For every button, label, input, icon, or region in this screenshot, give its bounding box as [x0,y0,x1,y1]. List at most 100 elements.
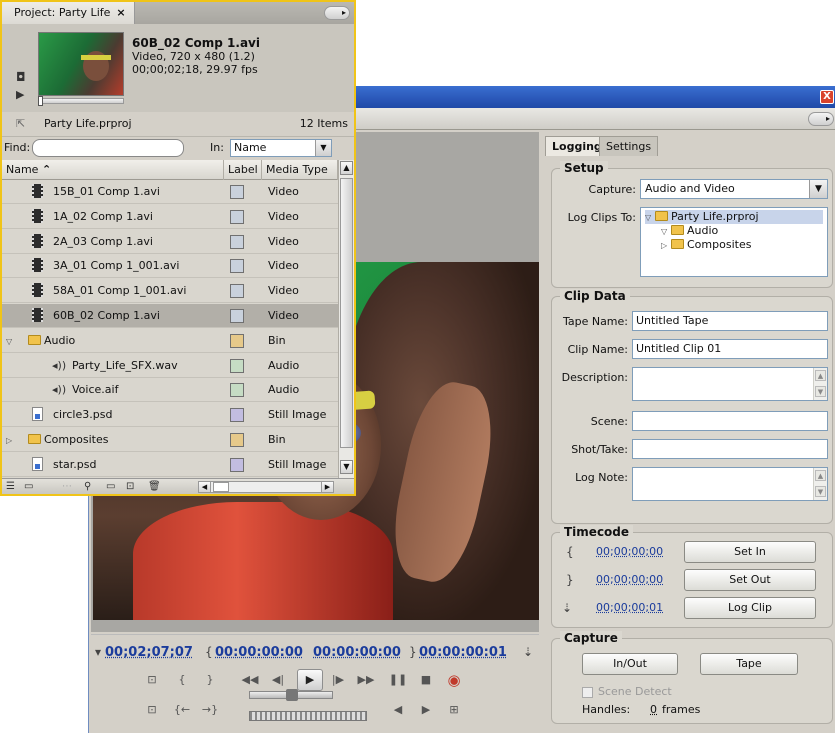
label-color-swatch[interactable] [230,209,244,224]
panel-menu-icon[interactable]: ▸ [808,112,834,126]
duration-timecode-field[interactable]: 00;00;00;01 [596,601,663,614]
list-item[interactable]: 60B_02 Comp 1.avi Video [2,304,338,328]
in-point-timecode[interactable]: 00:00:00:00 [215,645,303,660]
find-icon[interactable]: ⚲ [84,480,91,494]
close-icon[interactable]: × [116,6,125,19]
list-item[interactable]: ▷ Composites Bin [2,428,338,452]
list-item[interactable]: 58A_01 Comp 1_001.avi Video [2,279,338,304]
go-to-in-icon[interactable]: {← [171,701,193,719]
list-item[interactable]: star.psd Still Image [2,453,338,477]
label-color-swatch[interactable] [230,383,244,398]
duration-timecode[interactable]: 00:00:00:01 [419,645,507,660]
out-timecode[interactable]: 00;00;00;00 [596,573,663,586]
preview-scrubber[interactable] [38,96,124,106]
new-bin-icon[interactable]: ▭ [106,480,115,494]
pause-icon[interactable]: ❚❚ [387,671,409,689]
trash-icon[interactable]: 🗑 [148,480,161,494]
horizontal-scrollbar[interactable]: ◀ ▶ [198,481,334,493]
set-in-icon[interactable]: { [171,671,193,689]
scroll-down-icon[interactable]: ▼ [815,486,826,497]
expanded-icon[interactable]: ▽ [661,225,671,239]
jog-wheel[interactable] [249,711,367,721]
label-color-swatch[interactable] [230,309,244,323]
label-color-swatch[interactable] [230,408,244,423]
slow-play-icon[interactable]: ▶ [415,701,437,719]
label-color-swatch[interactable] [230,284,244,299]
log-note-scrollbar[interactable]: ▲ ▼ [813,468,827,500]
scrollbar-thumb[interactable] [213,482,229,492]
scene-field[interactable] [632,411,828,431]
new-item-icon[interactable]: ⊡ [126,480,134,494]
collapsed-icon[interactable]: ▷ [6,429,28,453]
go-to-out-icon[interactable]: →} [199,701,221,719]
set-in-button[interactable]: Set In [684,541,816,563]
set-out-button[interactable]: Set Out [684,569,816,591]
label-color-swatch[interactable] [230,457,244,472]
list-item[interactable]: ◂)) Voice.aif Audio [2,378,338,403]
step-forward-icon[interactable]: |▶ [327,671,349,689]
list-item[interactable]: ▽ Audio Bin [2,329,338,353]
column-header-media-type[interactable]: Media Type [262,160,338,180]
tab-settings[interactable]: Settings [599,136,659,156]
scroll-up-icon[interactable]: ▲ [815,370,826,381]
scrollbar-thumb[interactable] [340,178,353,448]
list-item[interactable]: 15B_01 Comp 1.avi Video [2,180,338,204]
in-select[interactable]: Name ▼ [230,139,332,157]
collapsed-icon[interactable]: ▷ [661,239,671,253]
slow-reverse-icon[interactable]: ◀ [387,701,409,719]
list-item[interactable]: 3A_01 Comp 1_001.avi Video [2,254,338,279]
log-clips-tree[interactable]: ▽ Party Life.prproj ▽ Audio ▷ Composites [640,207,828,277]
description-scrollbar[interactable]: ▲ ▼ [813,368,827,400]
fast-forward-icon[interactable]: ▶▶ [355,671,377,689]
log-clip-button[interactable]: Log Clip [684,597,816,619]
label-color-swatch[interactable] [230,234,244,249]
tree-item-composites[interactable]: ▷ Composites [661,238,751,252]
scene-search-icon[interactable]: ⊞ [443,701,465,719]
list-item[interactable]: 2A_03 Comp 1.avi Video [2,230,338,254]
play-icon[interactable]: ▶ [297,669,323,691]
close-window-button[interactable]: X [820,90,834,104]
play-icon[interactable]: ▶ [16,88,24,101]
chevron-down-icon[interactable]: ▼ [315,140,331,156]
poster-frame-icon[interactable]: ◘ [16,70,26,84]
capture-select[interactable]: Audio and Video ▼ [640,179,828,199]
tree-item-audio[interactable]: ▽ Audio [661,224,718,238]
icon-view-icon[interactable]: ▭ [24,480,33,494]
scroll-up-icon[interactable]: ▲ [815,470,826,481]
list-item[interactable]: 1A_02 Comp 1.avi Video [2,205,338,229]
scene-detect-checkbox[interactable] [582,687,593,698]
expanded-icon[interactable]: ▽ [6,330,28,354]
rewind-icon[interactable]: ◀◀ [239,671,261,689]
automate-icon[interactable]: ⋯ [62,480,72,494]
list-view-icon[interactable]: ☰ [6,480,15,494]
shuttle-knob[interactable] [286,689,298,701]
tab-project[interactable]: Project: Party Life × [2,2,135,24]
shot-take-field[interactable] [632,439,828,459]
column-header-label[interactable]: Label [224,160,262,180]
handles-value[interactable]: 0 [650,703,657,716]
up-folder-icon[interactable]: ⇱ [16,117,25,130]
step-back-icon[interactable]: ◀| [267,671,289,689]
tree-item-root[interactable]: ▽ Party Life.prproj [645,210,823,224]
scroll-down-icon[interactable]: ▼ [340,460,353,474]
mark-in-icon[interactable]: ⊡ [141,671,163,689]
tape-button[interactable]: Tape [700,653,798,675]
scroll-right-icon[interactable]: ▶ [321,482,333,492]
log-note-field[interactable]: ▲ ▼ [632,467,828,501]
chevron-down-icon[interactable]: ▼ [809,180,827,198]
panel-menu-icon[interactable]: ▸ [324,6,350,20]
label-color-swatch[interactable] [230,185,244,199]
clip-name-field[interactable]: Untitled Clip 01 [632,339,828,359]
in-timecode[interactable]: 00;00;00;00 [596,545,663,558]
scrubber-knob[interactable] [38,96,43,106]
label-color-swatch[interactable] [230,333,244,348]
find-input[interactable] [32,139,184,157]
list-item[interactable]: ◂)) Party_Life_SFX.wav Audio [2,354,338,378]
out-point-timecode[interactable]: 00:00:00:00 [313,645,401,660]
tape-name-field[interactable]: Untitled Tape [632,311,828,331]
in-out-button[interactable]: In/Out [582,653,678,675]
label-color-swatch[interactable] [230,259,244,274]
expanded-icon[interactable]: ▽ [645,211,655,225]
label-color-swatch[interactable] [230,433,244,447]
shuttle-slider[interactable] [249,689,333,701]
